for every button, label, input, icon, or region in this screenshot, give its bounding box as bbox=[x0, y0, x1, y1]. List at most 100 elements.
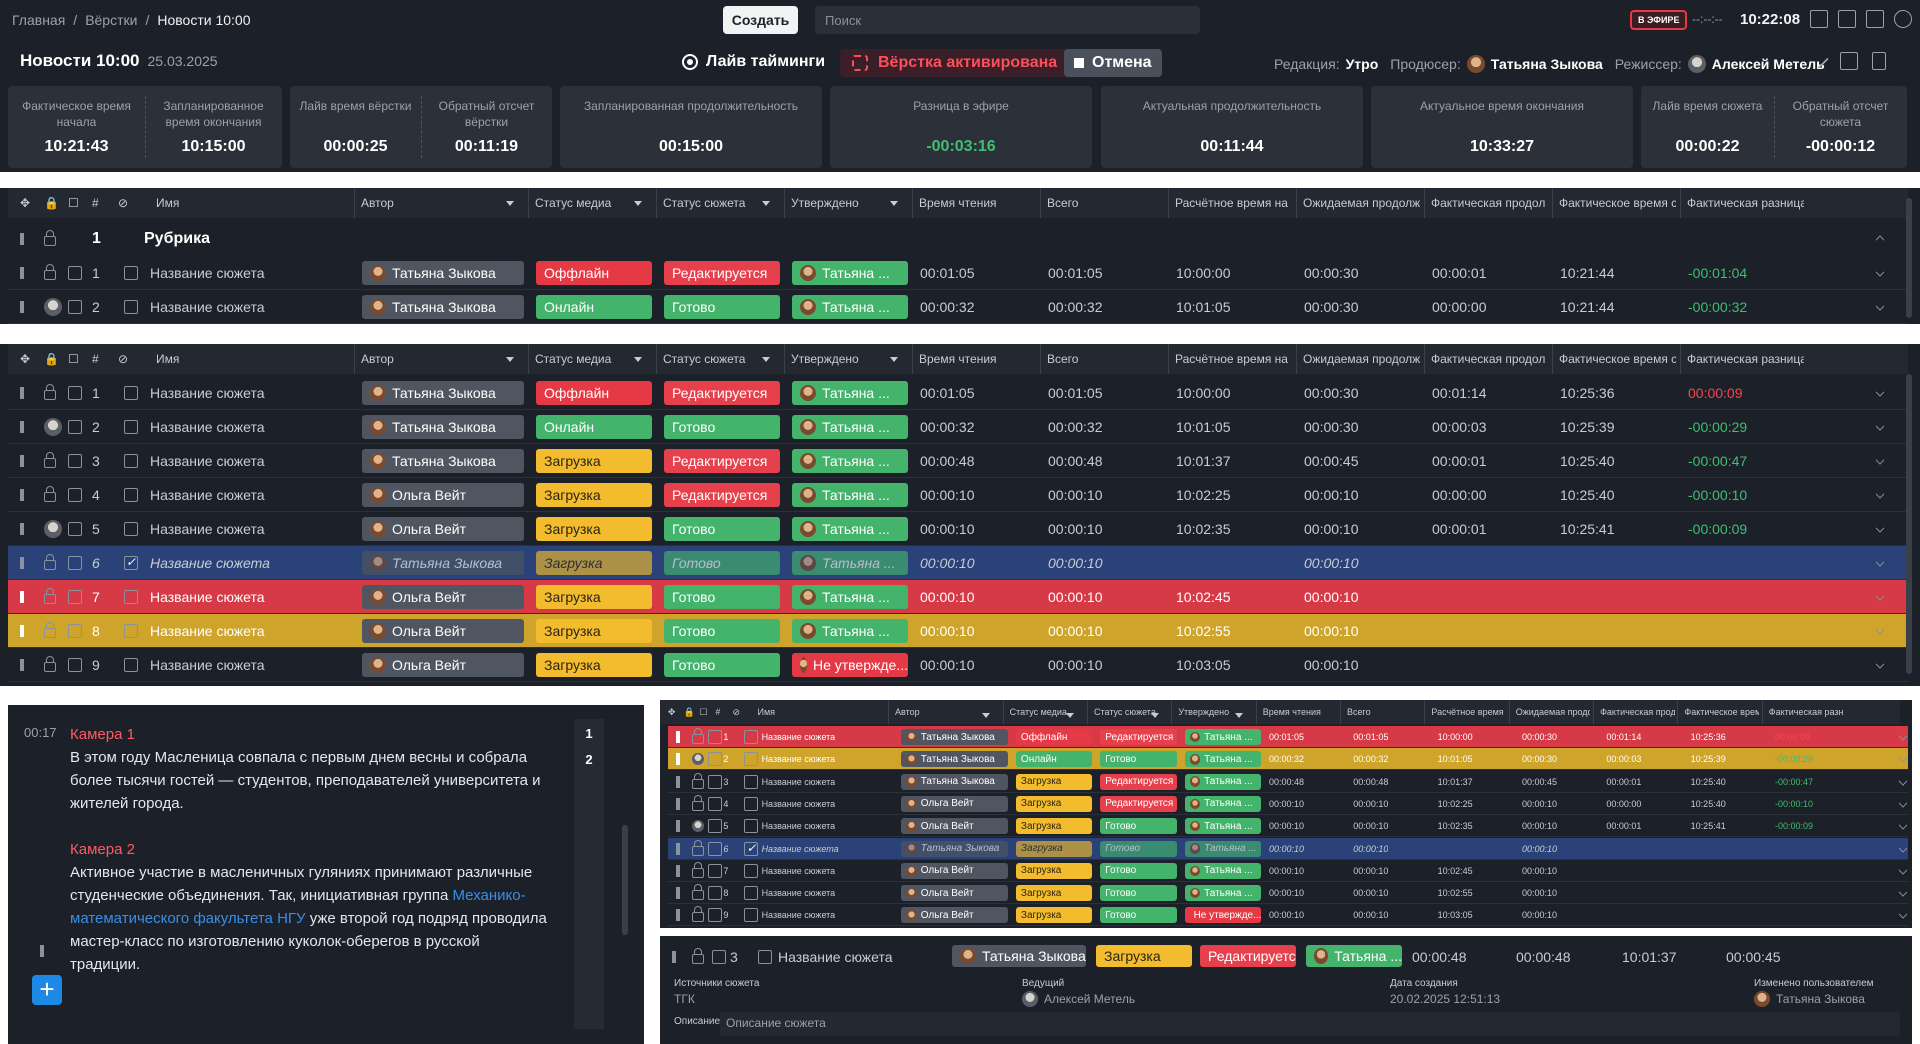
author-chip[interactable]: Ольга Вейт bbox=[901, 885, 1008, 902]
drag-handle[interactable] bbox=[675, 838, 680, 860]
story-status-chip[interactable]: Редактируется bbox=[664, 261, 780, 285]
approved-chip[interactable]: Не утвержде... bbox=[792, 653, 908, 677]
column-header[interactable]: Всего bbox=[1040, 188, 1164, 218]
row-select-checkbox[interactable] bbox=[707, 860, 722, 882]
media-status-chip[interactable]: Загрузка bbox=[1015, 862, 1093, 879]
expand-toggle[interactable] bbox=[1876, 648, 1884, 682]
drag-handle[interactable] bbox=[675, 748, 680, 770]
row-select-checkbox[interactable] bbox=[68, 546, 82, 580]
row-name[interactable]: Название сюжета bbox=[150, 290, 265, 324]
approved-chip[interactable]: Татьяна ... bbox=[1184, 862, 1262, 879]
author-chip[interactable]: Татьяна Зыкова bbox=[362, 551, 524, 575]
row-checkbox[interactable] bbox=[124, 256, 138, 290]
expand-toggle[interactable] bbox=[1898, 748, 1907, 770]
media-status-chip[interactable]: Загрузка bbox=[1015, 773, 1093, 790]
chevron-down-icon[interactable] bbox=[1066, 713, 1075, 718]
author-chip[interactable]: Татьяна Зыкова bbox=[362, 415, 524, 439]
table-row[interactable]: 8 Название сюжета Ольга Вейт Загрузка Готово… bbox=[8, 614, 1908, 648]
approved-chip[interactable]: Татьяна ... bbox=[1184, 840, 1262, 857]
column-header[interactable]: Фактическая продол bbox=[1424, 344, 1548, 374]
column-header[interactable]: Фактическая разница bbox=[1761, 700, 1843, 724]
expand-toggle[interactable] bbox=[1898, 793, 1907, 815]
expand-toggle[interactable] bbox=[1876, 614, 1884, 648]
column-header[interactable]: Фактическое время с bbox=[1552, 188, 1676, 218]
drag-handle[interactable] bbox=[20, 444, 24, 478]
row-name[interactable]: Название сюжета bbox=[762, 748, 836, 770]
author-chip[interactable]: Ольга Вейт bbox=[362, 653, 524, 677]
approved-chip[interactable]: Татьяна ... bbox=[792, 585, 908, 609]
search-input[interactable] bbox=[815, 6, 1200, 34]
row-name[interactable]: Название сюжета bbox=[762, 793, 836, 815]
column-header[interactable]: Расчётное время на bbox=[1168, 344, 1292, 374]
expand-toggle[interactable] bbox=[1876, 580, 1884, 614]
story-status-chip[interactable]: Готово bbox=[664, 585, 780, 609]
segment-number[interactable]: 2 bbox=[578, 749, 600, 771]
column-header[interactable]: Время чтения bbox=[912, 344, 1036, 374]
chevron-down-icon[interactable] bbox=[890, 201, 898, 206]
column-header[interactable]: Статус сюжета bbox=[656, 344, 780, 374]
row-select-checkbox[interactable] bbox=[707, 771, 722, 793]
column-header[interactable]: Имя bbox=[156, 188, 356, 218]
table-row[interactable]: 6 Название сюжета Татьяна Зыкова Загрузка Го… bbox=[668, 837, 1908, 860]
table-row[interactable]: 1 Название сюжета Татьяна Зыкова Оффлайн Ред… bbox=[668, 726, 1908, 748]
lock-toggle[interactable] bbox=[44, 444, 56, 478]
media-status-chip[interactable]: Оффлайн bbox=[536, 261, 652, 285]
media-status-chip[interactable]: Загрузка bbox=[536, 585, 652, 609]
media-status-chip[interactable]: Загрузка bbox=[1015, 818, 1093, 835]
story-status-chip[interactable]: Редактируется bbox=[1100, 795, 1177, 812]
story-status-chip[interactable]: Готово bbox=[664, 295, 780, 319]
author-chip[interactable]: Татьяна Зыкова bbox=[362, 295, 524, 319]
author-chip[interactable]: Ольга Вейт bbox=[362, 585, 524, 609]
media-status-chip[interactable]: Онлайн bbox=[536, 415, 652, 439]
table-row[interactable]: 1 Название сюжета Татьяна Зыкова Оффлайн Ред… bbox=[8, 256, 1908, 290]
expand-toggle[interactable] bbox=[1898, 726, 1907, 748]
chevron-down-icon[interactable] bbox=[982, 713, 990, 718]
drag-handle[interactable] bbox=[675, 726, 680, 748]
expand-toggle[interactable] bbox=[1876, 376, 1884, 410]
row-name[interactable]: Название сюжета bbox=[150, 512, 265, 546]
gear-icon[interactable] bbox=[1894, 10, 1912, 28]
lock-toggle[interactable] bbox=[44, 256, 56, 290]
media-status-chip[interactable]: Загрузка bbox=[536, 551, 652, 575]
row-name[interactable]: Название сюжета bbox=[150, 256, 265, 290]
column-header[interactable]: Имя bbox=[156, 344, 356, 374]
media-status-chip[interactable]: Загрузка bbox=[536, 449, 652, 473]
author-chip[interactable]: Татьяна Зыкова bbox=[901, 751, 1008, 768]
row-select-checkbox[interactable] bbox=[68, 580, 82, 614]
row-select-checkbox[interactable] bbox=[68, 478, 82, 512]
column-header[interactable]: Фактическая разница bbox=[1680, 188, 1804, 218]
row-select-checkbox[interactable] bbox=[707, 748, 722, 770]
column-header[interactable]: Утверждено bbox=[1171, 700, 1253, 724]
lock-toggle[interactable] bbox=[691, 771, 704, 793]
hash-icon[interactable]: # bbox=[715, 700, 720, 724]
row-checkbox[interactable] bbox=[744, 726, 759, 748]
column-header[interactable]: Всего bbox=[1040, 344, 1164, 374]
row-name[interactable]: Название сюжета bbox=[150, 444, 265, 478]
drag-handle[interactable] bbox=[675, 860, 680, 882]
table-row[interactable]: 4 Название сюжета Ольга Вейт Загрузка Редакт… bbox=[8, 478, 1908, 512]
scrollbar[interactable] bbox=[1906, 198, 1912, 318]
drag-handle[interactable] bbox=[20, 376, 24, 410]
row-checkbox[interactable] bbox=[124, 512, 138, 546]
author-chip[interactable]: Татьяна Зыкова bbox=[901, 773, 1008, 790]
media-status-chip[interactable]: Загрузка bbox=[536, 653, 652, 677]
add-button[interactable]: + bbox=[32, 975, 62, 1005]
drag-handle[interactable] bbox=[20, 222, 24, 256]
table-row[interactable]: 9 Название сюжета Ольга Вейт Загрузка Готово… bbox=[668, 904, 1908, 927]
chevron-down-icon[interactable] bbox=[506, 201, 514, 206]
column-header[interactable]: Расчётное время на bbox=[1168, 188, 1292, 218]
row-select-checkbox[interactable] bbox=[707, 793, 722, 815]
author-chip[interactable]: Ольга Вейт bbox=[901, 907, 1008, 924]
column-header[interactable]: Ожидаемая продолж bbox=[1296, 188, 1420, 218]
expand-toggle[interactable] bbox=[1898, 771, 1907, 793]
drag-handle[interactable] bbox=[20, 290, 24, 324]
column-header[interactable]: Статус сюжета bbox=[1086, 700, 1169, 724]
lock-icon[interactable]: 🔒 bbox=[684, 700, 695, 724]
row-name[interactable]: Название сюжета bbox=[150, 410, 265, 444]
lock-toggle[interactable] bbox=[691, 904, 704, 926]
row-select-checkbox[interactable] bbox=[68, 256, 82, 290]
column-header[interactable]: Ожидаемая продолж bbox=[1508, 700, 1590, 724]
row-checkbox[interactable] bbox=[744, 793, 759, 815]
author-chip[interactable]: Ольга Вейт bbox=[362, 517, 524, 541]
author-chip[interactable]: Ольга Вейт bbox=[901, 818, 1008, 835]
